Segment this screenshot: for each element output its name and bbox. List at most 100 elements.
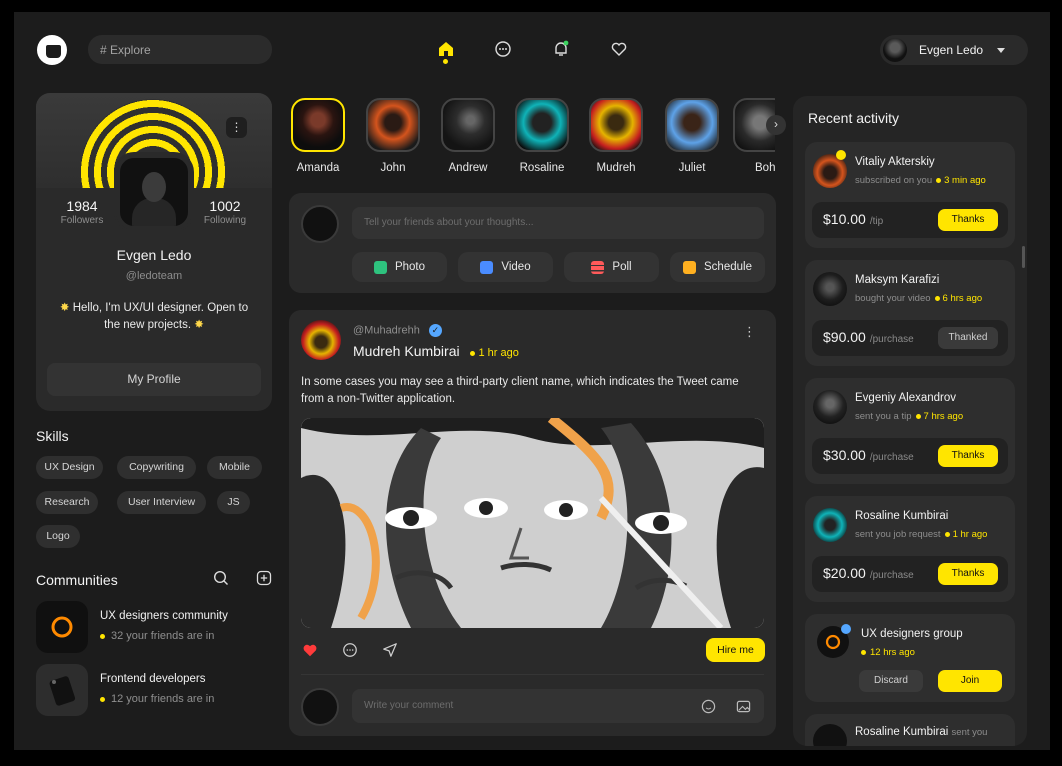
activity-card: UX designers group 12 hrs ago Discard Jo… bbox=[805, 614, 1015, 702]
group-sub: 12 hrs ago bbox=[861, 647, 915, 658]
activity-desc: sent you a tip bbox=[855, 411, 912, 422]
search-input[interactable]: # Explore bbox=[88, 35, 272, 64]
user-menu[interactable]: Evgen Ledo bbox=[880, 35, 1028, 65]
community-name[interactable]: UX designers community bbox=[100, 610, 228, 622]
poll-icon bbox=[591, 260, 605, 274]
bell-icon[interactable] bbox=[550, 38, 572, 60]
avatar bbox=[301, 205, 339, 243]
activity-card: Rosaline Kumbirai sent you job request 1 … bbox=[805, 496, 1015, 602]
amount: $90.00 bbox=[823, 329, 866, 345]
heart-icon[interactable] bbox=[301, 641, 319, 659]
thanked-button[interactable]: Thanked bbox=[938, 327, 998, 349]
activity-name[interactable]: Maksym Karafizi bbox=[855, 274, 939, 286]
activity-avatar[interactable] bbox=[813, 390, 847, 424]
video-label: Video bbox=[501, 261, 531, 273]
skill-chip[interactable]: User Interview bbox=[117, 491, 206, 514]
community-avatar[interactable] bbox=[36, 601, 88, 653]
my-profile-button[interactable]: My Profile bbox=[47, 363, 261, 396]
photo-button[interactable]: Photo bbox=[352, 252, 447, 282]
story-item[interactable]: Mudreh bbox=[585, 98, 647, 174]
activity-avatar[interactable] bbox=[813, 724, 847, 746]
share-icon[interactable] bbox=[381, 641, 399, 659]
following-stat[interactable]: 1002 Following bbox=[195, 198, 255, 226]
join-button[interactable]: Join bbox=[938, 670, 1002, 692]
skill-chip[interactable]: Research bbox=[36, 491, 98, 514]
story-item[interactable]: Amanda bbox=[287, 98, 349, 174]
author-name-text: Mudreh Kumbirai bbox=[353, 343, 460, 359]
chat-icon[interactable] bbox=[492, 38, 514, 60]
sparkle-icon: ✸ bbox=[59, 302, 70, 314]
group-name[interactable]: UX designers group bbox=[861, 628, 963, 640]
story-name: Andrew bbox=[448, 162, 488, 174]
thoughts-input[interactable]: Tell your friends about your thoughts... bbox=[352, 207, 764, 239]
thanks-button[interactable]: Thanks bbox=[938, 445, 998, 467]
community-avatar[interactable] bbox=[36, 664, 88, 716]
skill-chip[interactable]: UX Design bbox=[36, 456, 103, 479]
scrollbar[interactable] bbox=[1022, 246, 1025, 268]
comment-icon[interactable] bbox=[341, 641, 359, 659]
app-logo-icon[interactable] bbox=[37, 35, 67, 65]
video-icon bbox=[480, 260, 494, 274]
post-handle: @Muhadrehh ✓ bbox=[353, 324, 442, 337]
skill-chip[interactable]: Mobile bbox=[207, 456, 262, 479]
story-item[interactable]: Boh bbox=[733, 98, 775, 174]
hire-me-button[interactable]: Hire me bbox=[706, 638, 765, 662]
amount-kind: /purchase bbox=[869, 334, 914, 345]
emoji-icon[interactable] bbox=[700, 698, 716, 714]
activity-desc: sent you job request bbox=[855, 529, 941, 540]
activity-name[interactable]: Vitaliy Akterskiy bbox=[855, 156, 935, 168]
activity-name[interactable]: Rosaline Kumbirai bbox=[855, 510, 948, 522]
activity-time: 3 min ago bbox=[944, 175, 986, 186]
amount-box: $20.00/purchase Thanks bbox=[812, 556, 1008, 592]
activity-desc: bought your video bbox=[855, 293, 931, 304]
image-icon[interactable] bbox=[735, 698, 751, 714]
video-button[interactable]: Video bbox=[458, 252, 553, 282]
poll-button[interactable]: Poll bbox=[564, 252, 659, 282]
search-icon[interactable] bbox=[212, 569, 230, 587]
thanks-button[interactable]: Thanks bbox=[938, 563, 998, 585]
add-icon[interactable] bbox=[255, 569, 273, 587]
thanks-button[interactable]: Thanks bbox=[938, 209, 998, 231]
activity-time: 6 hrs ago bbox=[942, 293, 983, 304]
post-composer: Tell your friends about your thoughts...… bbox=[289, 193, 776, 293]
activity-name[interactable]: Rosaline Kumbirai sent you bbox=[855, 726, 987, 738]
activity-avatar[interactable] bbox=[813, 508, 847, 542]
discard-button[interactable]: Discard bbox=[859, 670, 923, 692]
post-author-name[interactable]: Mudreh Kumbirai 1 hr ago bbox=[353, 343, 519, 359]
activity-name[interactable]: Evgeniy Alexandrov bbox=[855, 392, 956, 404]
group-time: 12 hrs ago bbox=[870, 647, 915, 658]
community-sub: 12 your friends are in bbox=[100, 693, 214, 705]
post-time: 1 hr ago bbox=[478, 347, 519, 359]
story-avatar bbox=[665, 98, 719, 152]
story-name: John bbox=[380, 162, 406, 174]
more-icon[interactable]: ⋮ bbox=[226, 117, 247, 138]
activity-card: Maksym Karafizi bought your video 6 hrs a… bbox=[805, 260, 1015, 366]
heart-icon[interactable] bbox=[608, 38, 630, 60]
post-author-avatar[interactable] bbox=[301, 320, 341, 360]
skill-chip[interactable]: JS bbox=[217, 491, 250, 514]
story-item[interactable]: Andrew bbox=[437, 98, 499, 174]
home-icon[interactable] bbox=[435, 38, 457, 60]
story-item[interactable]: John bbox=[362, 98, 424, 174]
skill-chip[interactable]: Copywriting bbox=[117, 456, 196, 479]
skill-chip[interactable]: Logo bbox=[36, 525, 80, 548]
followers-stat[interactable]: 1984 Followers bbox=[52, 198, 112, 226]
followers-label: Followers bbox=[60, 215, 104, 226]
activity-avatar[interactable] bbox=[813, 272, 847, 306]
community-name[interactable]: Frontend developers bbox=[100, 673, 205, 685]
story-item[interactable]: Rosaline bbox=[511, 98, 573, 174]
story-name: Juliet bbox=[678, 162, 706, 174]
story-name: Mudreh bbox=[596, 162, 636, 174]
amount: $30.00 bbox=[823, 447, 866, 463]
chevron-right-icon[interactable]: › bbox=[766, 115, 786, 135]
recent-activity-panel: Recent activity Vitaliy Akterskiy subscr… bbox=[793, 96, 1027, 746]
post-image[interactable] bbox=[301, 418, 764, 628]
story-item[interactable]: Juliet bbox=[661, 98, 723, 174]
feed-post: @Muhadrehh ✓ Mudreh Kumbirai 1 hr ago ⋮ … bbox=[289, 310, 776, 736]
activity-sub: subscribed on you 3 min ago bbox=[855, 175, 986, 186]
verified-icon bbox=[836, 150, 846, 160]
schedule-button[interactable]: Schedule bbox=[670, 252, 765, 282]
activity-time: 7 hrs ago bbox=[923, 411, 964, 422]
more-icon[interactable]: ⋮ bbox=[743, 324, 756, 340]
profile-avatar[interactable] bbox=[116, 154, 192, 230]
